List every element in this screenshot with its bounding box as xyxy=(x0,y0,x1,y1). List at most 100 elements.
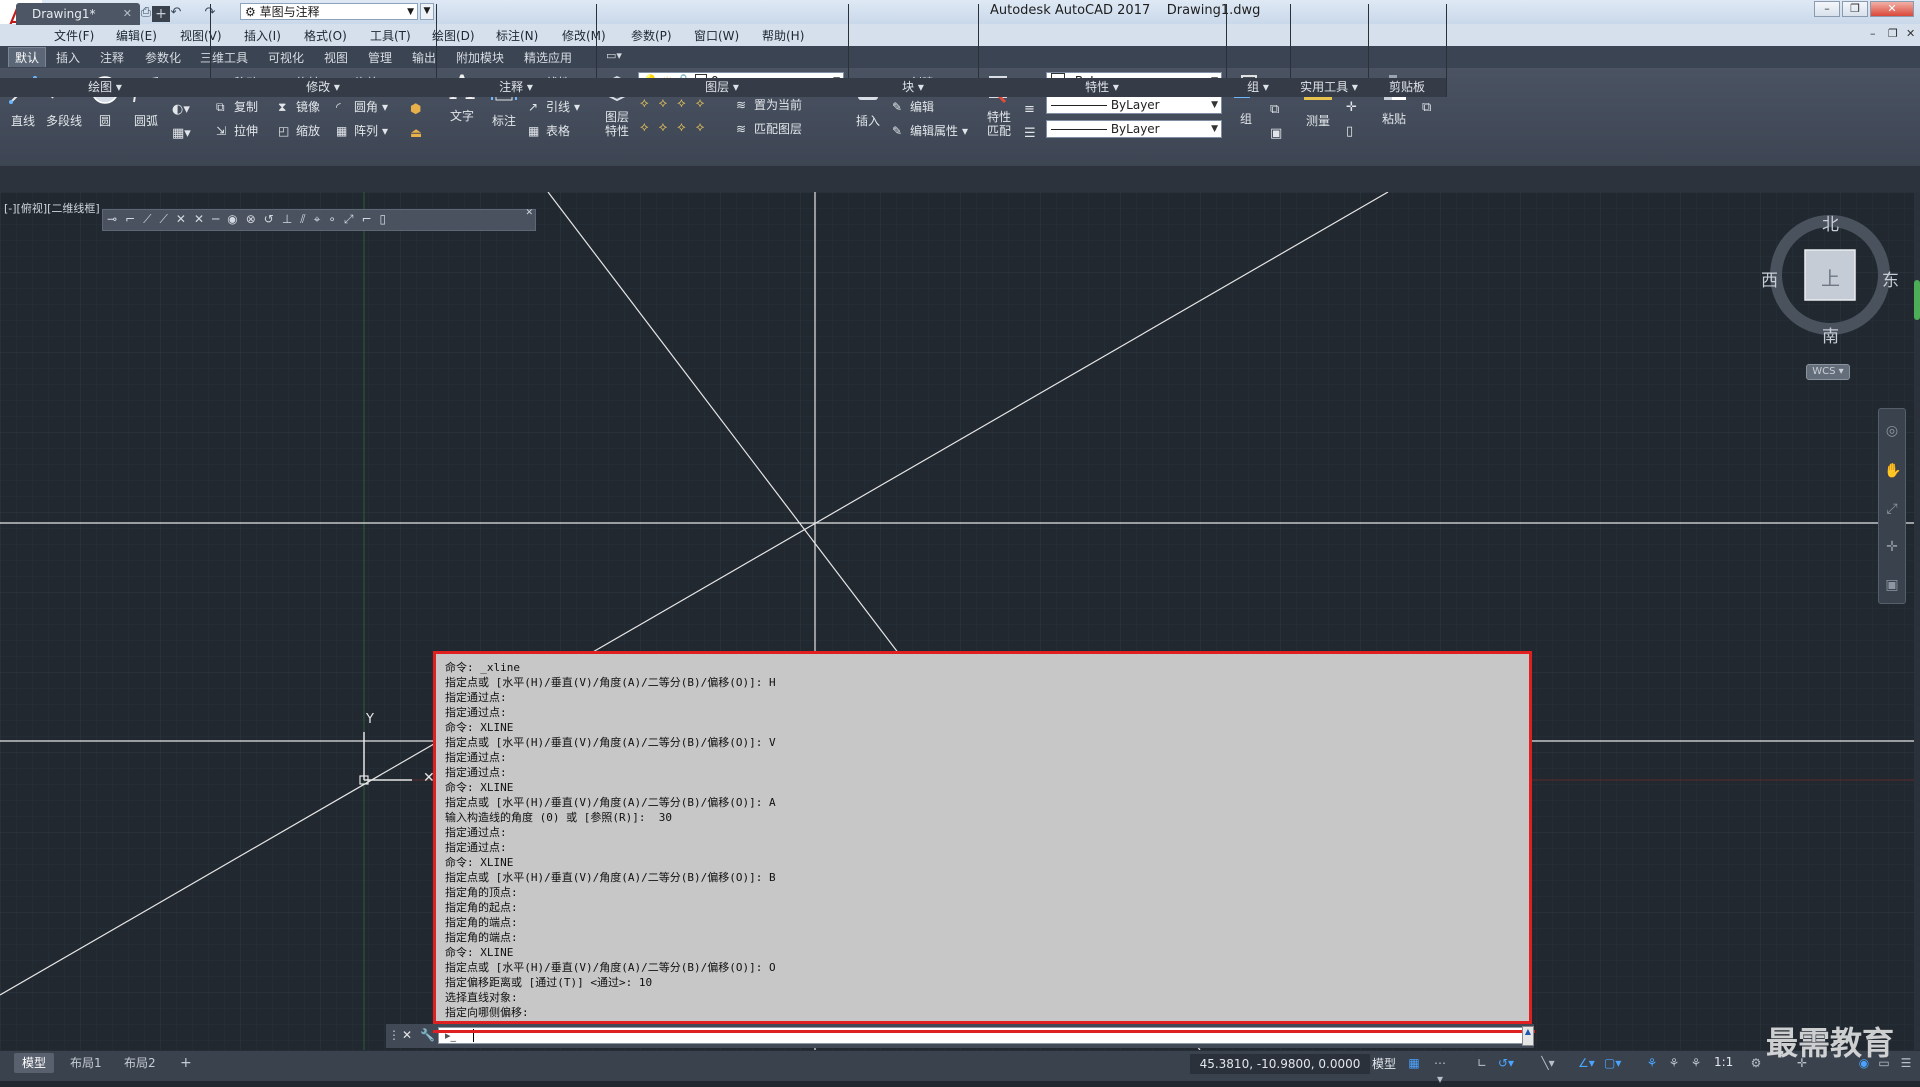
restore-button[interactable]: ❐ xyxy=(1842,1,1868,17)
ribbon-tab[interactable]: 三维工具 xyxy=(200,49,248,66)
edit-attributes-button[interactable]: ✎ 编辑属性 ▾ xyxy=(892,122,968,139)
menu-item[interactable]: 插入(I) xyxy=(244,27,281,44)
close-icon[interactable]: ✕ xyxy=(402,1028,412,1042)
clipboard-panel-title[interactable]: 剪贴板 xyxy=(1368,78,1447,97)
snap-icon[interactable]: ⋯▾ xyxy=(1432,1055,1448,1086)
close-icon[interactable]: ✕ xyxy=(525,208,533,218)
auto-scale-icon[interactable]: ⚘ xyxy=(1666,1055,1682,1071)
ribbon-tab[interactable]: 附加模块 xyxy=(456,49,504,66)
menu-item[interactable]: 修改(M) xyxy=(562,27,606,44)
ribbon-tab[interactable]: 精选应用 xyxy=(524,49,572,66)
layout-tab-layout1[interactable]: 布局1 xyxy=(62,1053,110,1073)
set-current-button[interactable]: ≋ 置为当前 xyxy=(736,96,802,113)
ribbon-tab[interactable]: 视图 xyxy=(324,49,348,66)
layout-tab-model[interactable]: 模型 xyxy=(14,1053,55,1073)
orbit-icon[interactable]: ✛ xyxy=(1884,539,1900,555)
new-tab-button[interactable]: + xyxy=(152,6,170,22)
utilities-panel-title[interactable]: 实用工具 ▾ xyxy=(1290,78,1369,97)
steering-wheel-icon[interactable]: ◎ xyxy=(1884,423,1900,439)
doc-minimize-icon[interactable]: – xyxy=(1870,27,1876,40)
minimize-button[interactable]: – xyxy=(1814,1,1840,17)
viewcube-south[interactable]: 南 xyxy=(1822,322,1839,347)
close-button[interactable]: ✕ xyxy=(1870,1,1914,17)
workspace-select[interactable]: ⚙ 草图与注释 ▼ xyxy=(240,3,418,20)
polar-icon[interactable]: ↺▾ xyxy=(1498,1055,1514,1071)
doc-restore-icon[interactable]: ❐ xyxy=(1888,27,1898,40)
doc-close-icon[interactable]: ✕ xyxy=(1906,27,1915,40)
menu-item[interactable]: 标注(N) xyxy=(496,27,538,44)
showmotion-icon[interactable]: ▣ xyxy=(1884,577,1900,593)
vertical-scrollbar[interactable] xyxy=(1914,192,1920,1050)
viewcube[interactable]: 北 南 东 西 上 xyxy=(1761,210,1899,347)
menu-item[interactable]: 参数(P) xyxy=(631,27,672,44)
layout-tab-layout2[interactable]: 布局2 xyxy=(116,1053,164,1073)
stretch-button[interactable]: ⇲ 拉伸 xyxy=(216,122,258,139)
command-history-scroll-button[interactable]: ▲ xyxy=(1522,1026,1534,1046)
viewport-controls-label[interactable]: [-][俯视][二维线框] xyxy=(4,200,100,216)
mirror-button[interactable]: ⧗ 镜像 xyxy=(278,98,320,115)
linetype-select[interactable]: ByLayer ▼ xyxy=(1046,96,1222,114)
menu-item[interactable]: 编辑(E) xyxy=(116,27,157,44)
menu-item[interactable]: 帮助(H) xyxy=(762,27,804,44)
annotation-scale-value[interactable]: 1:1 xyxy=(1714,1055,1733,1069)
grid-icon[interactable]: ▦ xyxy=(1406,1055,1422,1071)
zoom-extents-icon[interactable]: ⤢ xyxy=(1884,501,1900,517)
modify-panel-title[interactable]: 修改 ▾ xyxy=(210,78,437,97)
menu-item[interactable]: 窗口(W) xyxy=(694,27,739,44)
table-button[interactable]: ▦ 表格 xyxy=(528,122,570,139)
ribbon-tab[interactable]: 默认 xyxy=(8,47,47,67)
gear-icon[interactable]: ⚙ xyxy=(1748,1055,1764,1071)
copy-button[interactable]: ⧉ 复制 xyxy=(216,98,258,115)
ribbon-minimize-icon[interactable]: ▭▾ xyxy=(606,49,622,62)
customize-qat-button[interactable]: ▼ xyxy=(420,3,434,20)
document-tab[interactable]: Drawing1* ✕ xyxy=(16,3,140,25)
close-icon[interactable]: ✕ xyxy=(123,3,132,25)
menu-item[interactable]: 绘图(D) xyxy=(432,27,475,44)
annotation-scale-icon[interactable]: ⚘ xyxy=(1688,1055,1704,1071)
grip-icon[interactable]: ⋮ xyxy=(388,1028,400,1042)
groups-panel-title[interactable]: 组 ▾ xyxy=(1226,78,1291,97)
scrollbar-thumb[interactable] xyxy=(1914,280,1920,320)
menu-item[interactable]: 格式(O) xyxy=(304,27,347,44)
wcs-menu-button[interactable]: WCS ▾ xyxy=(1806,364,1850,380)
annotation-panel-title[interactable]: 注释 ▾ xyxy=(436,78,597,97)
ribbon-tab[interactable]: 管理 xyxy=(368,49,392,66)
layer-tools-row2[interactable]: ⟡⟡⟡⟡ xyxy=(640,120,714,135)
isodraft-icon[interactable]: ╲▾ xyxy=(1540,1055,1556,1071)
command-history-window[interactable]: 命令: _xline 指定点或 [水平(H)/垂直(V)/角度(A)/二等分(B)… xyxy=(433,651,1532,1024)
block-panel-title[interactable]: 块 ▾ xyxy=(848,78,979,97)
annotation-visibility-icon[interactable]: ⚘ xyxy=(1644,1055,1660,1071)
scale-button[interactable]: ◰ 缩放 xyxy=(278,122,320,139)
ribbon-tab[interactable]: 可视化 xyxy=(268,49,304,66)
ribbon-tab[interactable]: 输出 xyxy=(412,49,436,66)
menu-item[interactable]: 文件(F) xyxy=(54,27,94,44)
viewcube-top-face[interactable]: 上 xyxy=(1821,264,1840,291)
draw-panel-title[interactable]: 绘图 ▾ xyxy=(0,78,211,97)
object-snap-icon[interactable]: ▢▾ xyxy=(1604,1055,1621,1071)
viewcube-east[interactable]: 东 xyxy=(1882,266,1899,291)
coordinates-readout[interactable]: 45.3810, -10.9800, 0.0000 xyxy=(1190,1054,1370,1074)
ribbon-tab[interactable]: 插入 xyxy=(56,49,80,66)
layers-panel-title[interactable]: 图层 ▾ xyxy=(596,78,849,97)
array-button[interactable]: ▦ 阵列 ▾ xyxy=(336,122,388,139)
ribbon-tab[interactable]: 参数化 xyxy=(145,49,181,66)
object-snap-tracking-icon[interactable]: ∠▾ xyxy=(1578,1055,1595,1071)
fillet-button[interactable]: ◜ 圆角 ▾ xyxy=(336,98,388,115)
lineweight-select[interactable]: ByLayer ▼ xyxy=(1046,120,1222,138)
viewcube-north[interactable]: 北 xyxy=(1822,210,1839,235)
properties-panel-title[interactable]: 特性 ▾ xyxy=(978,78,1227,97)
viewcube-west[interactable]: 西 xyxy=(1761,266,1778,291)
customize-menu-icon[interactable]: ☰ xyxy=(1898,1055,1914,1071)
pan-icon[interactable]: ✋ xyxy=(1884,463,1901,479)
model-space-button[interactable]: 模型 xyxy=(1372,1055,1396,1072)
layer-tools-row1[interactable]: ⟡⟡⟡⟡ xyxy=(640,96,714,111)
ortho-icon[interactable]: ∟ xyxy=(1474,1055,1490,1071)
match-layer-button[interactable]: ≋ 匹配图层 xyxy=(736,120,802,137)
leader-button[interactable]: ↗ 引线 ▾ xyxy=(528,98,580,115)
ribbon-tab[interactable]: 注释 xyxy=(100,49,124,66)
edit-block-button[interactable]: ✎ 编辑 xyxy=(892,98,934,115)
add-layout-button[interactable]: + xyxy=(172,1053,200,1073)
menu-item[interactable]: 视图(V) xyxy=(180,27,222,44)
menu-item[interactable]: 工具(T) xyxy=(370,27,411,44)
snap-tools-icons[interactable]: ⊸⌐⟋⟋✕✕─◉⊗↺⊥⫽⌖∘⤢⌐▯ xyxy=(107,212,394,227)
